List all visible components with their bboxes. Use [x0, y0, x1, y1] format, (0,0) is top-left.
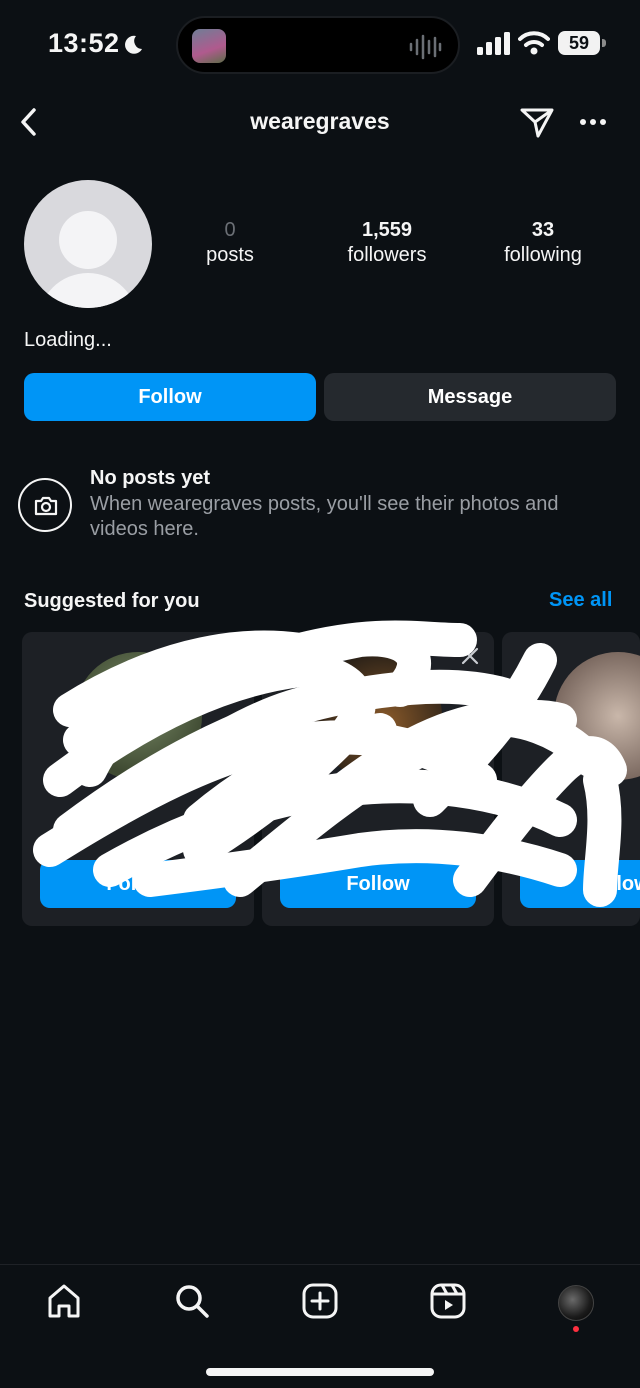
moon-icon: [125, 35, 142, 54]
battery-icon: 59: [558, 31, 606, 55]
more-icon[interactable]: [576, 106, 610, 138]
send-icon[interactable]: [518, 104, 556, 140]
status-time: 13:52: [48, 28, 120, 58]
redaction-scribble: [33, 620, 627, 907]
followers-label: followers: [347, 244, 427, 266]
camera-icon: [18, 478, 72, 532]
following-value: 33: [531, 219, 555, 241]
battery-level: 59: [558, 31, 600, 55]
signal-icon: [477, 32, 510, 55]
profile-tab-avatar[interactable]: [558, 1285, 594, 1321]
followers-value: 1,559: [361, 219, 413, 241]
notification-dot: [573, 1326, 579, 1332]
search-icon[interactable]: [172, 1281, 212, 1321]
home-icon[interactable]: [44, 1281, 84, 1321]
bio-text: Loading...: [24, 329, 112, 351]
status-bar: 13:52 59: [0, 0, 640, 90]
audio-wave-icon: [409, 34, 442, 60]
home-indicator[interactable]: [206, 1368, 434, 1376]
posts-count[interactable]: 0 posts: [160, 218, 300, 268]
create-icon[interactable]: [300, 1281, 340, 1321]
no-posts-description: When wearegraves posts, you'll see their…: [90, 493, 559, 540]
profile-avatar[interactable]: [24, 180, 152, 308]
dynamic-island[interactable]: [176, 16, 460, 74]
posts-label: posts: [206, 244, 254, 266]
follow-button[interactable]: Follow: [24, 373, 316, 421]
profile-header: wearegraves: [0, 96, 640, 148]
followers-count[interactable]: 1,559 followers: [317, 218, 457, 268]
now-playing-thumbnail: [192, 29, 226, 63]
following-label: following: [504, 244, 582, 266]
wifi-icon: [518, 31, 550, 55]
reels-icon[interactable]: [428, 1281, 468, 1321]
no-posts-title: No posts yet: [90, 467, 211, 489]
following-count[interactable]: 33 following: [473, 218, 613, 268]
posts-value: 0: [224, 219, 236, 241]
message-button[interactable]: Message: [324, 373, 616, 421]
